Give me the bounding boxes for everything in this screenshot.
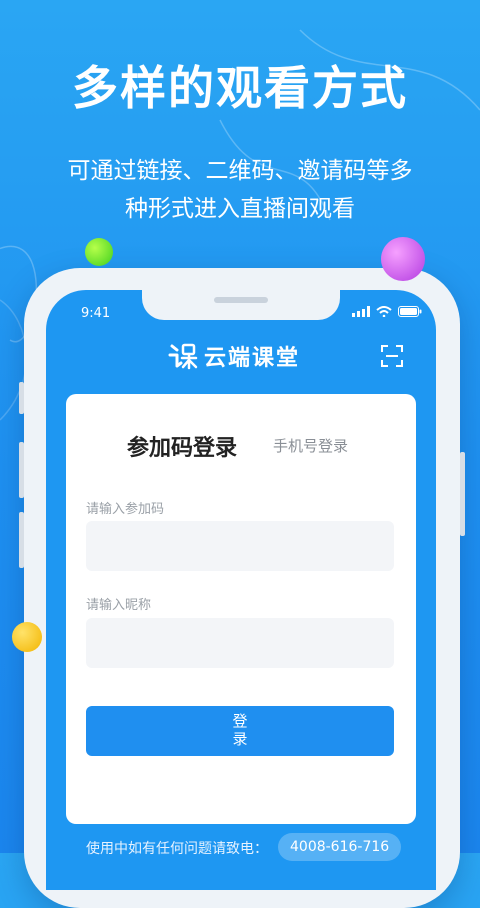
- decorative-purple-ball: [381, 237, 425, 281]
- scan-icon[interactable]: [381, 345, 403, 367]
- decorative-yellow-ball: [12, 622, 42, 652]
- battery-icon: [398, 306, 422, 317]
- wifi-icon: [376, 306, 392, 317]
- login-button-label: 登录: [232, 713, 248, 748]
- signal-icon: [352, 306, 370, 317]
- phone-side-button: [19, 382, 24, 414]
- status-time: 9:41: [81, 306, 111, 321]
- decorative-green-ball: [85, 238, 113, 266]
- phone-speaker: [214, 297, 268, 303]
- headline: 多样的观看方式: [72, 61, 408, 115]
- login-button[interactable]: 登录: [86, 706, 394, 756]
- subtitle: 可通过链接、二维码、邀请码等多 种形式进入直播间观看: [0, 152, 480, 228]
- subtitle-line-2: 种形式进入直播间观看: [125, 196, 355, 222]
- tab-phone-login[interactable]: 手机号登录: [273, 435, 348, 456]
- help-text: 使用中如有任何问题请致电：: [86, 841, 268, 857]
- code-input[interactable]: [86, 521, 394, 571]
- nickname-input[interactable]: [86, 618, 394, 668]
- phone-notch: [142, 290, 340, 320]
- tab-code-login[interactable]: 参加码登录: [127, 430, 237, 462]
- brand-name: 云端课堂: [204, 346, 301, 371]
- status-icons: [352, 306, 422, 317]
- code-field-label: 请输入参加码: [86, 502, 165, 517]
- help-phone-number[interactable]: 4008-616-716: [278, 833, 402, 861]
- phone-side-button: [19, 442, 24, 498]
- subtitle-line-1: 可通过链接、二维码、邀请码等多: [67, 158, 413, 184]
- phone-side-button: [19, 512, 24, 568]
- phone-side-button: [460, 452, 465, 536]
- nickname-field-label: 请输入昵称: [86, 598, 152, 613]
- brand-logo-icon: [168, 343, 198, 370]
- app-brand: 云端课堂: [168, 340, 300, 372]
